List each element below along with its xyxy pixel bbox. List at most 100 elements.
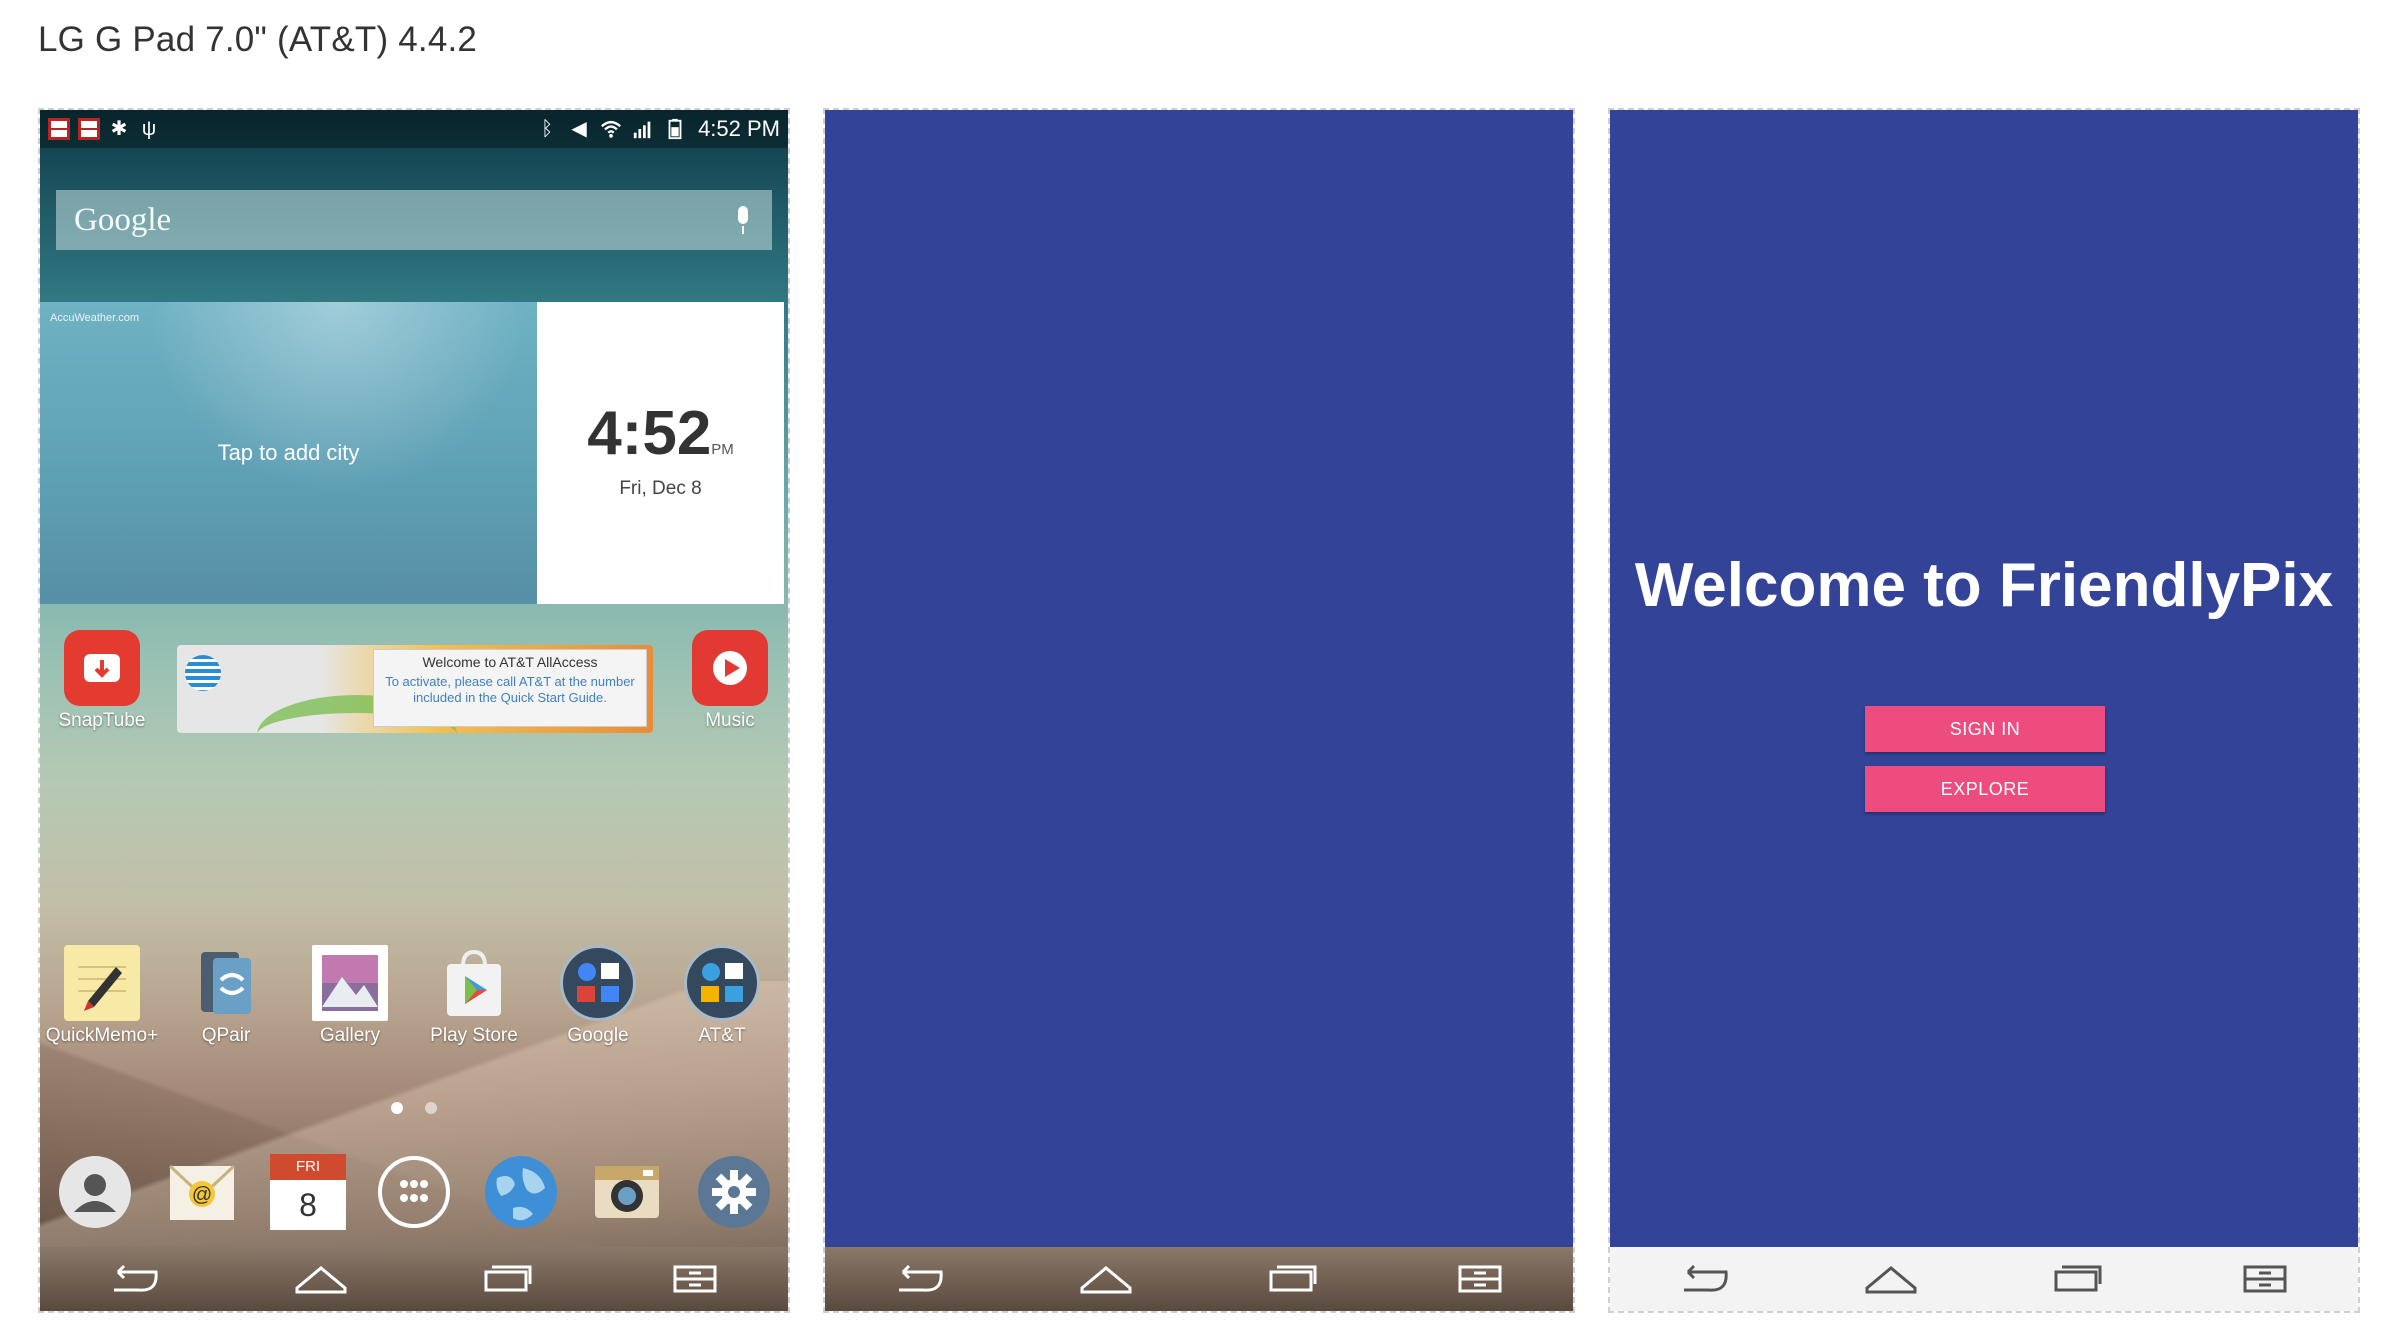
clock-ampm: PM <box>711 441 734 458</box>
google-logo: Google <box>74 201 172 238</box>
att-popup-title: Welcome to AT&T AllAccess <box>422 654 598 670</box>
status-bar: ✱ ψ ᛒ ◀ 4:52 PM <box>40 110 788 148</box>
wifi-icon <box>601 120 621 138</box>
notification-flag-icon <box>48 118 70 140</box>
splash-screen <box>825 110 1573 1247</box>
att-folder-icon <box>684 945 760 1021</box>
app-google-folder[interactable]: Google <box>538 945 658 1047</box>
google-search-bar[interactable]: Google <box>56 190 772 250</box>
app-label: SnapTube <box>58 710 146 731</box>
home-screen-frame: ✱ ψ ᛒ ◀ 4:52 PM Google AccuWeather.com T… <box>38 108 790 1313</box>
clock-widget[interactable]: 4:52PM Fri, Dec 8 <box>537 302 784 604</box>
home-button[interactable] <box>291 1259 351 1299</box>
app-label: Play Store <box>430 1025 518 1046</box>
page-indicator <box>40 1102 788 1114</box>
welcome-screen-frame: Welcome to FriendlyPix SIGN IN EXPLORE <box>1608 108 2360 1313</box>
home-icon <box>295 1266 346 1294</box>
att-popup-body: To activate, please call AT&T at the num… <box>385 674 635 705</box>
back-icon <box>113 1264 158 1292</box>
att-popup: Welcome to AT&T AllAccess To activate, p… <box>373 649 647 727</box>
signal-icon <box>633 121 651 139</box>
back-button[interactable] <box>1674 1259 1734 1299</box>
microphone-icon[interactable] <box>732 204 754 236</box>
add-city-prompt: Tap to add city <box>217 440 360 465</box>
navigation-bar <box>40 1247 788 1311</box>
welcome-title: Welcome to FriendlyPix <box>1634 551 2334 620</box>
calendar-date: 8 <box>299 1187 317 1223</box>
back-button[interactable] <box>889 1259 949 1299</box>
app-snaptube[interactable]: SnapTube <box>42 630 162 732</box>
home-icon <box>1865 1266 1916 1294</box>
page-dot <box>391 1102 403 1114</box>
calendar-day: FRI <box>270 1154 346 1180</box>
camera-icon[interactable] <box>589 1154 665 1230</box>
app-qpair[interactable]: QPair <box>166 945 286 1047</box>
app-label: Gallery <box>319 1025 381 1046</box>
usb-icon: ψ <box>141 118 157 140</box>
music-icon <box>692 630 768 706</box>
app-label: QPair <box>201 1025 251 1046</box>
back-icon <box>898 1264 943 1292</box>
sign-in-button[interactable]: SIGN IN <box>1865 706 2105 752</box>
app-label: Google <box>567 1025 629 1046</box>
menu-button[interactable] <box>1450 1259 1510 1299</box>
battery-icon <box>668 118 682 140</box>
app-att-folder[interactable]: AT&T <box>662 945 782 1047</box>
page-dot <box>425 1102 437 1114</box>
recents-icon <box>1269 1265 1316 1292</box>
recents-button[interactable] <box>2048 1259 2108 1299</box>
home-button[interactable] <box>1861 1259 1921 1299</box>
navigation-bar <box>825 1247 1573 1311</box>
splash-screen-frame <box>823 108 1575 1313</box>
clock-time-value: 4:52 <box>587 399 712 468</box>
clock-date: Fri, Dec 8 <box>619 478 702 499</box>
play-store-icon <box>436 945 512 1021</box>
app-play-store[interactable]: Play Store <box>414 945 534 1047</box>
app-music[interactable]: Music <box>670 630 788 732</box>
app-label: AT&T <box>698 1025 746 1046</box>
app-quickmemo[interactable]: QuickMemo+ <box>42 945 162 1047</box>
contacts-icon[interactable] <box>57 1154 133 1230</box>
weather-widget[interactable]: AccuWeather.com Tap to add city <box>40 302 537 604</box>
calendar-icon[interactable]: FRI 8 <box>270 1154 346 1230</box>
snaptube-icon <box>64 630 140 706</box>
app-drawer-icon[interactable] <box>376 1154 452 1230</box>
browser-globe-icon[interactable] <box>483 1154 559 1230</box>
bluetooth-icon: ᛒ <box>541 118 554 140</box>
qpair-icon <box>188 945 264 1021</box>
menu-button[interactable] <box>2235 1259 2295 1299</box>
home-button[interactable] <box>1076 1259 1136 1299</box>
welcome-screen: Welcome to FriendlyPix SIGN IN EXPLORE <box>1610 110 2358 1247</box>
recents-icon <box>484 1265 531 1292</box>
page-title: LG G Pad 7.0" (AT&T) 4.4.2 <box>38 20 478 59</box>
app-label: Music <box>705 710 755 731</box>
app-label: QuickMemo+ <box>45 1025 159 1046</box>
mute-icon: ◀ <box>571 118 587 140</box>
menu-button[interactable] <box>665 1259 725 1299</box>
menu-icon <box>2243 1265 2286 1293</box>
recents-button[interactable] <box>1263 1259 1323 1299</box>
clock-time: 4:52PM <box>537 398 784 469</box>
settings-icon[interactable] <box>696 1154 772 1230</box>
back-icon <box>1683 1264 1728 1292</box>
status-time: 4:52 PM <box>698 116 780 141</box>
debug-bug-icon: ✱ <box>110 118 128 140</box>
svg-text:@: @ <box>192 1184 212 1206</box>
explore-button[interactable]: EXPLORE <box>1865 766 2105 812</box>
recents-icon <box>2054 1265 2101 1292</box>
att-allaccess-widget[interactable]: Welcome to AT&T AllAccess To activate, p… <box>177 645 653 733</box>
google-folder-icon <box>560 945 636 1021</box>
navigation-bar <box>1610 1247 2358 1311</box>
weather-brand: AccuWeather.com <box>50 312 140 324</box>
menu-icon <box>673 1265 716 1293</box>
email-icon[interactable]: @ <box>164 1154 240 1230</box>
quickmemo-icon <box>64 945 140 1021</box>
back-button[interactable] <box>104 1259 164 1299</box>
recents-button[interactable] <box>478 1259 538 1299</box>
notification-flag-icon <box>78 118 100 140</box>
app-gallery[interactable]: Gallery <box>290 945 410 1047</box>
att-logo-icon <box>185 655 221 691</box>
home-icon <box>1080 1266 1131 1294</box>
menu-icon <box>1458 1265 1501 1293</box>
gallery-icon <box>312 945 388 1021</box>
